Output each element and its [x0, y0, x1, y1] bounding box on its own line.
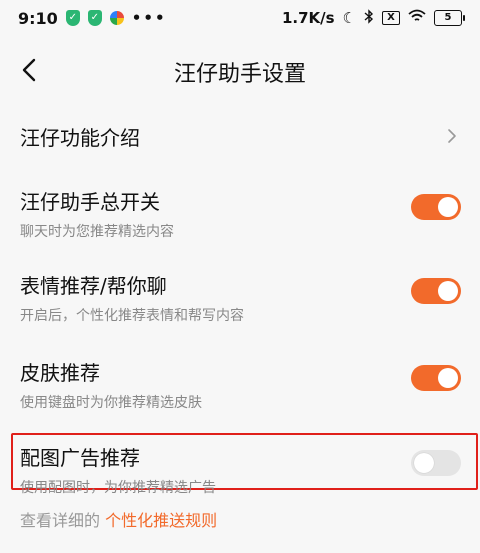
setting-row-master-switch: 汪仔助手总开关 聊天时为您推荐精选内容 [20, 186, 465, 240]
intro-row[interactable]: 汪仔功能介绍 [20, 122, 465, 150]
toggle-knob [438, 281, 458, 301]
push-rules-link[interactable]: 个性化推送规则 [105, 511, 217, 530]
setting-title: 表情推荐/帮你聊 [20, 274, 167, 298]
toggle-knob [438, 368, 458, 388]
bluetooth-icon [364, 8, 374, 28]
wifi-icon [408, 9, 426, 27]
pinwheel-icon [109, 11, 124, 25]
shield-icon: ✓ [65, 10, 80, 26]
setting-row-image-ad-recommend: 配图广告推荐 使用配图时，为你推荐精选广告 [20, 442, 465, 496]
battery-icon: 5 [434, 10, 465, 26]
setting-title: 汪仔助手总开关 [20, 190, 160, 214]
footer: 查看详细的 个性化推送规则 [20, 507, 217, 531]
setting-row-sticker-recommend: 表情推荐/帮你聊 开启后，个性化推荐表情和帮写内容 [20, 270, 465, 324]
setting-title: 皮肤推荐 [20, 361, 100, 385]
sticker-recommend-toggle[interactable] [411, 278, 461, 304]
setting-subtitle: 聊天时为您推荐精选内容 [20, 224, 174, 240]
footer-prefix: 查看详细的 [20, 511, 101, 530]
status-right: 1.7K/s ☾ X 5 [281, 8, 465, 28]
status-bar: 9:10 ✓ ✓ ••• 1.7K/s ☾ X 5 [0, 0, 480, 36]
image-ad-recommend-toggle[interactable] [411, 450, 461, 476]
master-switch-toggle[interactable] [411, 194, 461, 220]
toggle-knob [414, 453, 434, 473]
toggle-knob [438, 197, 458, 217]
more-dots-icon: ••• [131, 9, 167, 27]
nav-bar: 汪仔助手设置 [0, 44, 480, 96]
intro-title: 汪仔功能介绍 [20, 126, 140, 150]
setting-subtitle: 使用配图时，为你推荐精选广告 [20, 480, 216, 496]
chevron-right-icon [445, 127, 459, 145]
status-left: 9:10 ✓ ✓ ••• [18, 9, 167, 28]
no-sim-icon: X [382, 11, 400, 25]
skin-recommend-toggle[interactable] [411, 365, 461, 391]
moon-icon: ☾ [342, 9, 356, 27]
setting-title: 配图广告推荐 [20, 446, 140, 470]
status-time: 9:10 [18, 8, 58, 28]
network-speed: 1.7K/s [281, 9, 335, 27]
page-title: 汪仔助手设置 [173, 62, 306, 87]
setting-subtitle: 使用键盘时为你推荐精选皮肤 [20, 395, 202, 411]
setting-subtitle: 开启后，个性化推荐表情和帮写内容 [20, 308, 244, 324]
shield-icon: ✓ [87, 10, 102, 26]
setting-row-skin-recommend: 皮肤推荐 使用键盘时为你推荐精选皮肤 [20, 357, 465, 411]
